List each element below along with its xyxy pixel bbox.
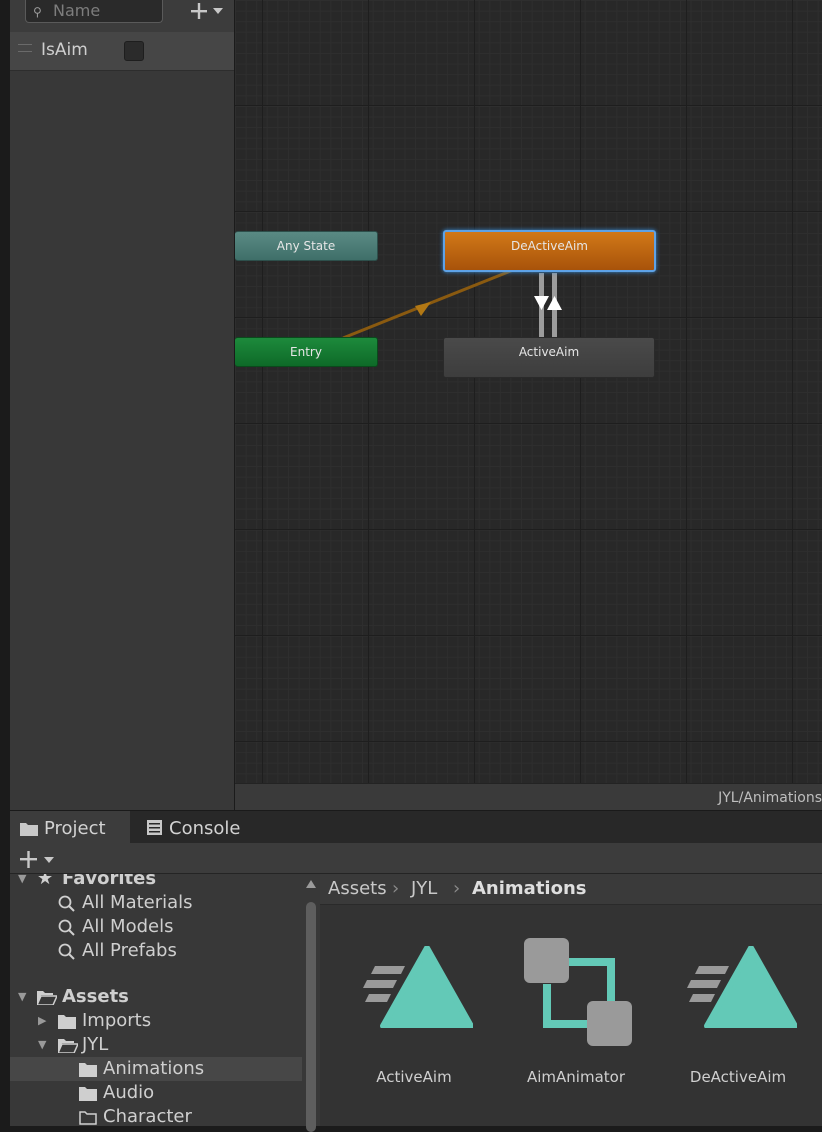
- create-asset-button[interactable]: [18, 848, 68, 870]
- tree-item-all-models[interactable]: All Models: [10, 915, 302, 939]
- project-toolbar: [10, 843, 822, 874]
- breadcrumb-item[interactable]: JYL: [411, 874, 437, 904]
- animation-clip-icon: [687, 946, 797, 1028]
- asset-item-aimanimator[interactable]: AimAnimator: [501, 934, 651, 1094]
- chevron-down-icon[interactable]: ▼: [18, 985, 26, 1009]
- tree-label: All Prefabs: [82, 940, 177, 961]
- tree-item-character[interactable]: Character: [10, 1105, 302, 1126]
- tree-label: Imports: [82, 1010, 152, 1031]
- chevron-right-icon[interactable]: ▶: [38, 1009, 46, 1033]
- tab-console[interactable]: Console: [142, 811, 262, 844]
- search-placeholder: Name: [53, 1, 101, 20]
- plus-icon: [191, 3, 223, 19]
- parameter-name: IsAim: [41, 40, 88, 60]
- drag-handle-icon[interactable]: [18, 44, 32, 52]
- asset-label: DeActiveAim: [689, 1068, 787, 1086]
- search-icon: [58, 895, 75, 912]
- state-node-active-aim[interactable]: ActiveAim: [443, 337, 655, 378]
- transition-arrow-down-icon: [534, 296, 549, 310]
- breadcrumb-item[interactable]: Assets: [328, 874, 387, 904]
- tree-scrollbar[interactable]: [302, 874, 320, 1132]
- project-folder-tree: ▼ ★ Favorites All Materials All Models A…: [10, 874, 302, 1126]
- tree-item-audio[interactable]: Audio: [10, 1081, 302, 1105]
- bottom-tab-bar: Project Console: [10, 810, 822, 844]
- animator-controller-icon: [524, 938, 632, 1046]
- state-node-entry[interactable]: Entry: [235, 337, 378, 367]
- tree-item-jyl[interactable]: ▼ JYL: [10, 1033, 302, 1057]
- scroll-up-icon[interactable]: [306, 880, 316, 888]
- state-node-deactive-aim[interactable]: DeActiveAim: [443, 230, 656, 272]
- chevron-down-icon[interactable]: ▼: [18, 874, 26, 891]
- breadcrumb: Assets › JYL › Animations: [320, 874, 822, 905]
- parameter-row-isaim[interactable]: IsAim: [10, 32, 234, 71]
- asset-label: AimAnimator: [526, 1068, 625, 1086]
- tab-console-label: Console: [169, 818, 241, 839]
- add-parameter-button[interactable]: [188, 0, 230, 22]
- chevron-down-icon[interactable]: ▼: [38, 1033, 46, 1057]
- tree-label: All Models: [82, 916, 174, 937]
- tree-label: All Materials: [82, 892, 193, 913]
- folder-icon: [79, 1063, 97, 1077]
- tab-project[interactable]: Project: [10, 811, 130, 844]
- chevron-right-icon: ›: [453, 878, 461, 899]
- parameter-search-input[interactable]: ⚲ Name: [25, 0, 163, 23]
- parameters-panel: ⚲ Name IsAim: [10, 0, 234, 810]
- tree-item-favorites[interactable]: ▼ ★ Favorites: [10, 874, 302, 891]
- asset-item-deactiveaim[interactable]: DeActiveAim: [663, 934, 813, 1094]
- transition-lines: [342, 268, 562, 340]
- search-icon: [58, 919, 75, 936]
- folder-icon: [58, 1015, 76, 1029]
- folder-icon: [20, 823, 38, 836]
- entry-transition-arrow: [415, 302, 431, 316]
- search-icon: ⚲: [33, 5, 42, 19]
- folder-open-icon: [58, 1039, 78, 1053]
- breadcrumb-item-current[interactable]: Animations: [472, 874, 587, 904]
- tree-label: Animations: [103, 1058, 205, 1079]
- tree-label: Character: [103, 1106, 192, 1126]
- folder-icon: [79, 1087, 97, 1101]
- state-node-any-state[interactable]: Any State: [235, 231, 378, 261]
- animation-clip-icon: [363, 946, 473, 1028]
- tree-item-imports[interactable]: ▶ Imports: [10, 1009, 302, 1033]
- search-icon: [58, 943, 75, 960]
- scrollbar-thumb[interactable]: [306, 902, 316, 1132]
- tree-label: Favorites: [62, 874, 157, 889]
- console-icon: [147, 820, 162, 835]
- chevron-right-icon: ›: [392, 878, 400, 899]
- folder-empty-icon: [79, 1111, 97, 1125]
- star-icon: ★: [37, 874, 54, 889]
- tree-item-assets[interactable]: ▼ Assets: [10, 985, 302, 1009]
- tree-item-all-prefabs[interactable]: All Prefabs: [10, 939, 302, 963]
- parameter-bool-checkbox[interactable]: [124, 41, 144, 61]
- tree-label: Assets: [62, 986, 129, 1007]
- asset-item-activeaim[interactable]: ActiveAim: [339, 934, 489, 1094]
- tree-item-animations[interactable]: Animations: [10, 1057, 302, 1081]
- tree-label: Audio: [103, 1082, 155, 1103]
- tab-project-label: Project: [44, 818, 106, 839]
- tree-label: JYL: [82, 1034, 109, 1055]
- tree-item-all-materials[interactable]: All Materials: [10, 891, 302, 915]
- graph-path-bar: JYL/Animations: [235, 783, 822, 811]
- asset-label: ActiveAim: [376, 1068, 452, 1086]
- transition-arrow-up-icon: [547, 296, 562, 310]
- graph-path-label: JYL/Animations: [718, 790, 822, 806]
- folder-open-icon: [37, 991, 57, 1005]
